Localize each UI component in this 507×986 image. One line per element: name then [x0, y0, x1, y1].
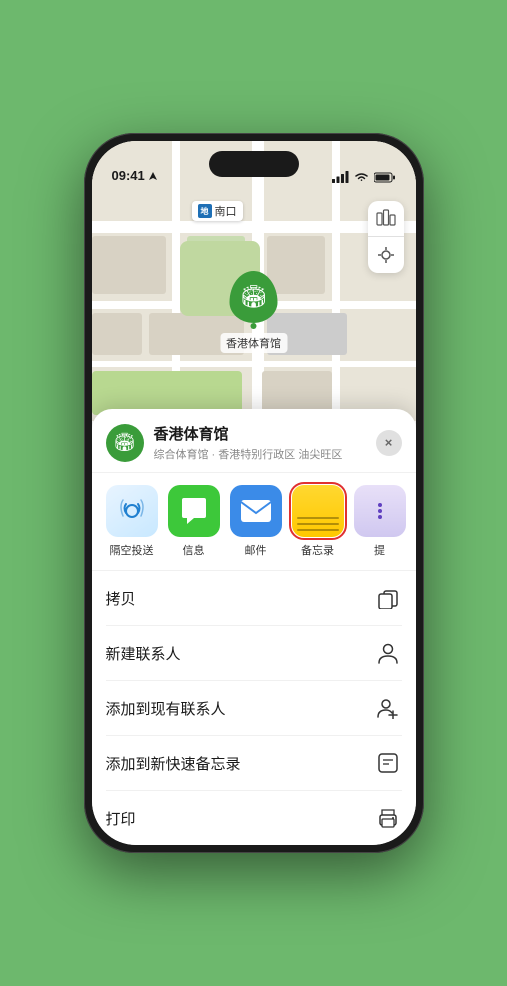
more-dots — [378, 503, 382, 519]
action-list: 拷贝 新建联系人 — [92, 571, 416, 845]
more-dot-1 — [378, 503, 382, 507]
battery-icon — [374, 172, 396, 183]
metro-icon: 地 — [198, 204, 212, 218]
mail-label: 邮件 — [245, 542, 267, 558]
stadium-marker[interactable]: 🏟 香港体育馆 — [220, 271, 287, 353]
mail-icon — [230, 485, 282, 537]
messages-label: 信息 — [183, 542, 205, 558]
share-item-notes[interactable]: 备忘录 — [292, 485, 344, 558]
person-symbol — [377, 642, 399, 664]
quick-note-icon — [374, 749, 402, 777]
copy-icon — [374, 584, 402, 612]
status-icons — [332, 171, 396, 183]
map-label-text: 南口 — [215, 203, 237, 219]
venue-name: 香港体育馆 — [154, 423, 376, 444]
share-item-mail[interactable]: 邮件 — [230, 485, 282, 558]
signal-icon — [332, 171, 349, 183]
add-contact-icon — [374, 694, 402, 722]
location-icon — [377, 246, 395, 264]
action-new-contact[interactable]: 新建联系人 — [106, 626, 402, 681]
print-label: 打印 — [106, 808, 136, 829]
map-controls — [368, 201, 404, 273]
share-item-more[interactable]: 提 — [354, 485, 406, 558]
more-dot-2 — [378, 509, 382, 513]
notes-add-symbol — [377, 752, 399, 774]
airdrop-icon — [106, 485, 158, 537]
notes-line-2 — [297, 523, 339, 525]
airdrop-symbol — [117, 496, 147, 526]
notes-line-3 — [297, 529, 339, 531]
mail-symbol — [240, 499, 272, 523]
sheet-header: 🏟 香港体育馆 综合体育馆 · 香港特别行政区 油尖旺区 × — [92, 409, 416, 473]
new-contact-label: 新建联系人 — [106, 643, 181, 664]
share-item-messages[interactable]: 信息 — [168, 485, 220, 558]
action-print[interactable]: 打印 — [106, 791, 402, 845]
close-button[interactable]: × — [376, 430, 402, 456]
new-contact-icon — [374, 639, 402, 667]
action-quick-note[interactable]: 添加到新快速备忘录 — [106, 736, 402, 791]
time-display: 09:41 — [112, 168, 145, 183]
messages-symbol — [179, 497, 209, 525]
venue-icon: 🏟 — [106, 424, 144, 462]
notes-label: 备忘录 — [301, 542, 334, 558]
map-type-icon — [376, 209, 396, 229]
venue-info: 香港体育馆 综合体育馆 · 香港特别行政区 油尖旺区 — [154, 423, 376, 462]
print-icon — [374, 804, 402, 832]
stadium-pin: 🏟 — [230, 271, 278, 323]
venue-icon-glyph: 🏟 — [113, 432, 136, 453]
wifi-icon — [354, 172, 369, 183]
status-time: 09:41 — [112, 168, 158, 183]
phone-screen: 09:41 — [92, 141, 416, 845]
copy-label: 拷贝 — [106, 588, 136, 609]
dynamic-island — [209, 151, 299, 177]
more-icon — [354, 485, 406, 537]
venue-subtitle: 综合体育馆 · 香港特别行政区 油尖旺区 — [154, 446, 376, 462]
person-add-symbol — [377, 697, 399, 719]
phone-frame: 09:41 — [84, 133, 424, 853]
map-type-button[interactable] — [368, 201, 404, 237]
action-add-contact[interactable]: 添加到现有联系人 — [106, 681, 402, 736]
copy-symbol — [377, 587, 399, 609]
add-contact-label: 添加到现有联系人 — [106, 698, 226, 719]
location-arrow-icon — [148, 171, 158, 181]
notes-icon — [292, 485, 344, 537]
action-copy[interactable]: 拷贝 — [106, 571, 402, 626]
share-item-airdrop[interactable]: 隔空投送 — [106, 485, 158, 558]
messages-icon — [168, 485, 220, 537]
more-dot-3 — [378, 515, 382, 519]
location-button[interactable] — [368, 237, 404, 273]
stadium-label: 香港体育馆 — [220, 333, 287, 353]
map-label: 地 南口 — [192, 201, 243, 221]
more-label: 提 — [374, 542, 385, 558]
print-symbol — [377, 807, 399, 829]
notes-line-1 — [297, 517, 339, 519]
quick-note-label: 添加到新快速备忘录 — [106, 753, 241, 774]
airdrop-label: 隔空投送 — [110, 542, 154, 558]
stadium-pin-icon: 🏟 — [240, 284, 268, 310]
bottom-sheet: 🏟 香港体育馆 综合体育馆 · 香港特别行政区 油尖旺区 × — [92, 409, 416, 845]
share-row: 隔空投送 信息 — [92, 473, 416, 571]
notes-lines — [292, 485, 344, 537]
